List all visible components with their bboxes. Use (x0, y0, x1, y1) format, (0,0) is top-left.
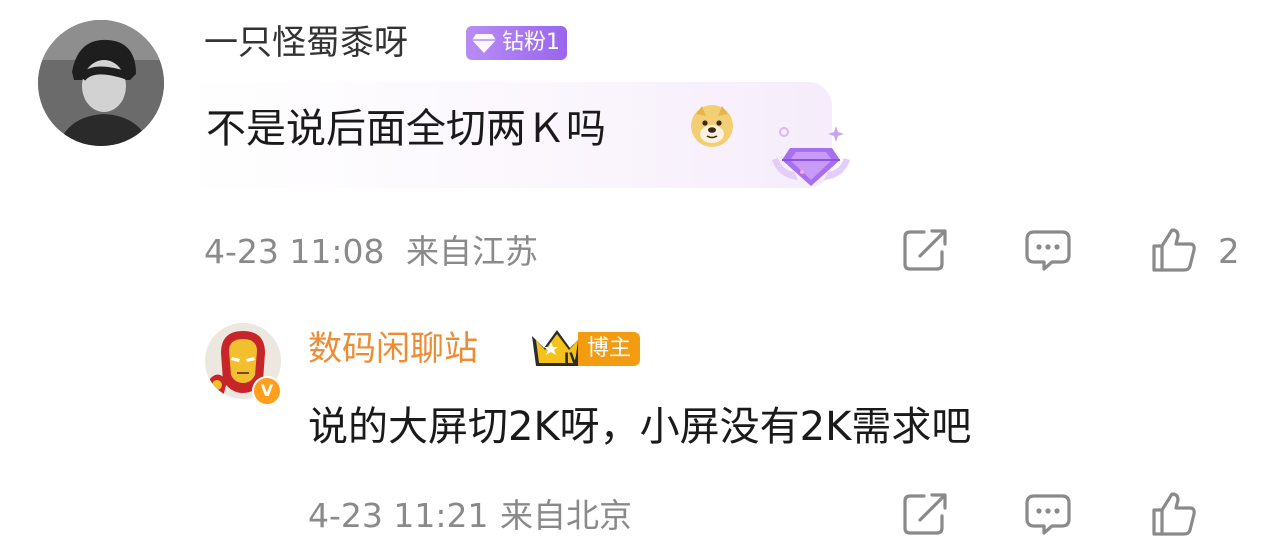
avatar[interactable] (38, 20, 164, 146)
diamond-icon (472, 34, 496, 53)
username[interactable]: 一只怪蜀黍呀 (204, 20, 408, 66)
comment-location: 来自江苏 (406, 232, 538, 271)
fan-badge-label: 钻粉1 (502, 30, 560, 55)
blogger-role-badge: 博主 (578, 332, 640, 366)
comment-time: 4-23 11:08 (204, 232, 385, 271)
reply-location: 来自北京 (500, 496, 632, 535)
comment-icon[interactable] (1024, 228, 1072, 272)
diamond-fan-decoration-icon (768, 120, 854, 196)
reply-like-icon[interactable] (1150, 490, 1198, 538)
verified-badge: V (252, 376, 282, 406)
avatar-photo (38, 20, 164, 146)
blogger-username[interactable]: 数码闲聊站 (308, 326, 478, 372)
share-icon[interactable] (902, 228, 948, 272)
crown-level-icon: IV (530, 326, 584, 374)
like-icon[interactable] (1150, 226, 1198, 274)
reply-time: 4-23 11:21 (308, 496, 489, 535)
reply-text: 说的大屏切2K呀，小屏没有2K需求吧 (308, 404, 972, 450)
reply-share-icon[interactable] (902, 492, 948, 536)
reply-comment-icon[interactable] (1024, 492, 1072, 536)
doge-emoji-icon (690, 104, 734, 152)
like-count: 2 (1218, 232, 1240, 272)
fan-level-badge[interactable]: 钻粉1 (466, 26, 567, 60)
comment-text: 不是说后面全切两Ｋ吗 (206, 106, 606, 152)
